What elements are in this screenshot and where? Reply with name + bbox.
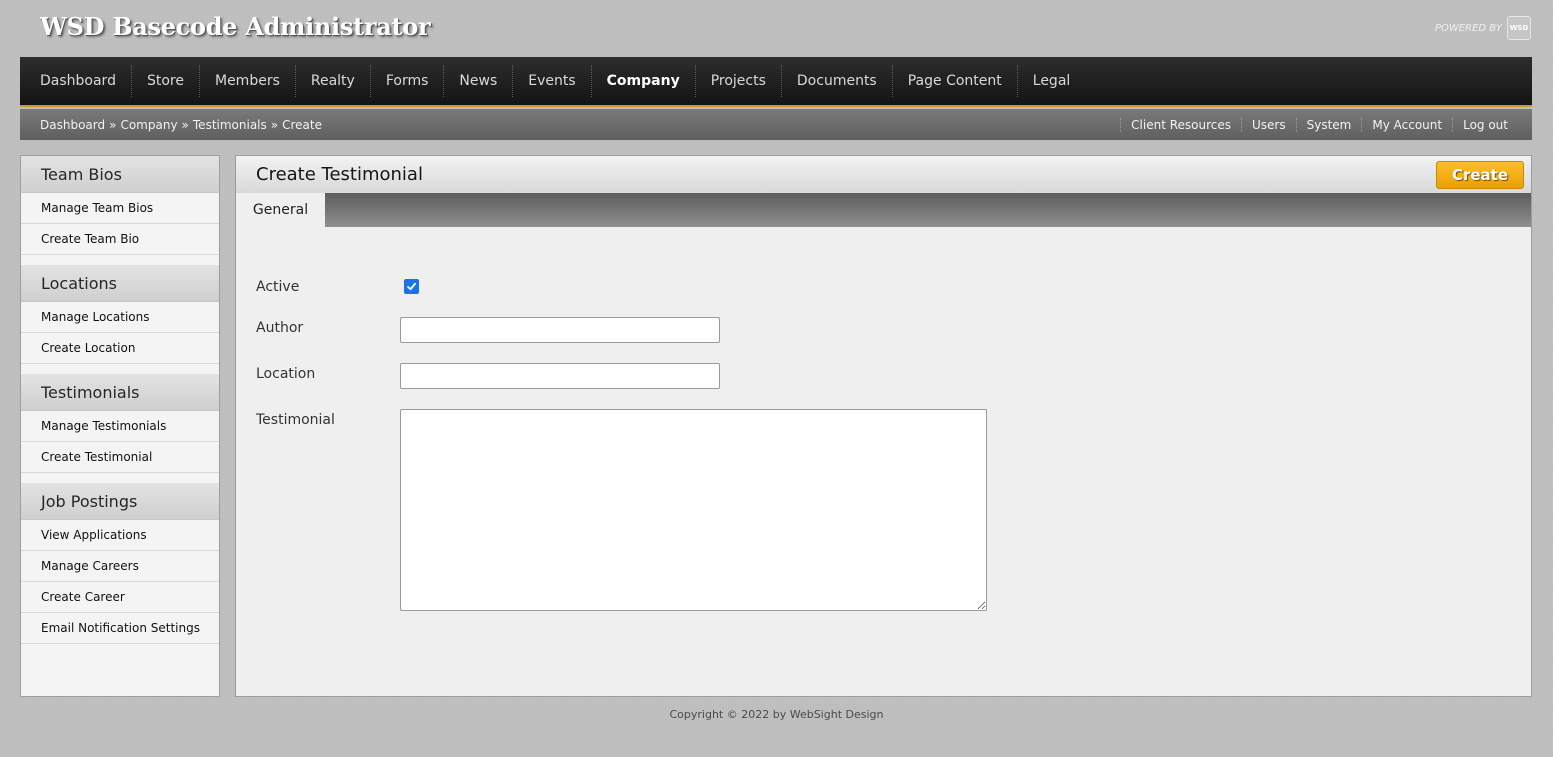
nav-item-page-content[interactable]: Page Content [893,65,1018,97]
utility-log-out[interactable]: Log out [1452,117,1518,132]
powered-by: POWERED BY WSD [1435,16,1531,40]
utility-nav: Client Resources Users System My Account… [1120,117,1518,132]
sidebar-heading-testimonials: Testimonials [21,374,219,411]
tab-general[interactable]: General [236,193,325,227]
sidebar-item-manage-careers[interactable]: Manage Careers [21,551,219,582]
sidebar: Team Bios Manage Team Bios Create Team B… [20,155,220,697]
checkmark-icon [407,282,416,291]
sidebar-item-manage-locations[interactable]: Manage Locations [21,302,219,333]
nav-item-news[interactable]: News [444,65,514,97]
main-nav: Dashboard Store Members Realty Forms New… [20,57,1532,107]
active-checkbox[interactable] [404,279,419,294]
nav-item-dashboard[interactable]: Dashboard [25,65,132,97]
sidebar-item-email-notification-settings[interactable]: Email Notification Settings [21,613,219,644]
nav-item-projects[interactable]: Projects [696,65,782,97]
nav-item-store[interactable]: Store [132,65,200,97]
sidebar-item-manage-testimonials[interactable]: Manage Testimonials [21,411,219,442]
location-label: Location [256,366,316,382]
create-button[interactable]: Create [1435,160,1524,189]
sidebar-heading-job-postings: Job Postings [21,483,219,520]
testimonial-textarea[interactable] [400,409,987,611]
powered-by-label: POWERED BY [1434,22,1502,34]
sidebar-gap [21,364,219,374]
sidebar-item-view-applications[interactable]: View Applications [21,520,219,551]
main-header: Create Testimonial Create [236,156,1531,193]
sidebar-heading-team-bios: Team Bios [21,156,219,193]
testimonial-label: Testimonial [256,412,335,428]
author-label: Author [256,320,304,336]
nav-item-documents[interactable]: Documents [782,65,893,97]
breadcrumb-create[interactable]: Create [282,118,322,132]
wsd-logo[interactable]: WSD [1507,16,1531,40]
nav-item-events[interactable]: Events [513,65,592,97]
main-panel: Create Testimonial Create General Active… [235,155,1532,697]
nav-item-members[interactable]: Members [200,65,296,97]
breadcrumb: Dashboard » Company » Testimonials » Cre… [40,118,322,132]
author-input[interactable] [400,317,720,343]
breadcrumb-separator: » [181,117,189,132]
sub-bar: Dashboard » Company » Testimonials » Cre… [20,109,1532,140]
sidebar-heading-locations: Locations [21,265,219,302]
footer-copyright: Copyright © 2022 by WebSight Design [669,708,884,721]
utility-client-resources[interactable]: Client Resources [1120,117,1241,132]
nav-item-realty[interactable]: Realty [296,65,371,97]
breadcrumb-dashboard[interactable]: Dashboard [40,118,105,132]
sidebar-item-manage-team-bios[interactable]: Manage Team Bios [21,193,219,224]
sidebar-item-create-career[interactable]: Create Career [21,582,219,613]
breadcrumb-testimonials[interactable]: Testimonials [193,118,267,132]
utility-system[interactable]: System [1295,117,1362,132]
nav-item-legal[interactable]: Legal [1018,65,1086,97]
utility-users[interactable]: Users [1241,117,1296,132]
page-title: Create Testimonial [256,164,423,185]
breadcrumb-separator: » [109,117,117,132]
active-label: Active [256,279,300,295]
nav-item-forms[interactable]: Forms [371,65,445,97]
location-input[interactable] [400,363,720,389]
breadcrumb-separator: » [270,117,279,132]
sidebar-item-create-team-bio[interactable]: Create Team Bio [21,224,219,255]
sidebar-gap [21,255,219,265]
breadcrumb-company[interactable]: Company [120,118,177,132]
app-title: WSD Basecode Administrator [40,12,431,41]
utility-my-account[interactable]: My Account [1361,117,1452,132]
sidebar-gap [21,473,219,483]
wsd-logo-text: WSD [1509,24,1529,32]
sidebar-item-create-testimonial[interactable]: Create Testimonial [21,442,219,473]
nav-item-company[interactable]: Company [592,65,696,97]
sidebar-item-create-location[interactable]: Create Location [21,333,219,364]
tab-bar: General [236,193,1531,227]
